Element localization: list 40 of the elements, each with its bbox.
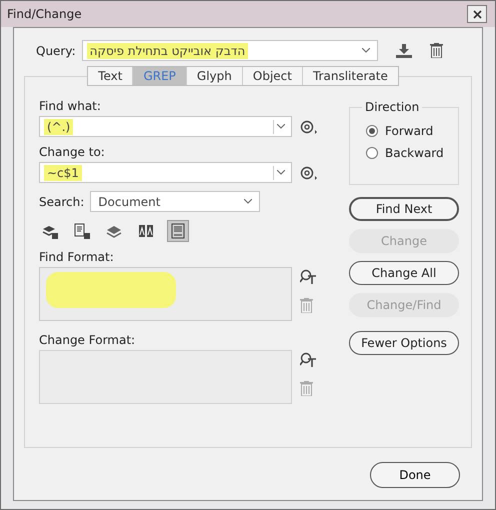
locked-layers-icon [42,223,58,239]
field-label: Search: [39,194,84,208]
hidden-layers-icon [106,223,122,239]
group-title: Direction [362,100,422,114]
action-button[interactable]: Change All [349,261,459,285]
field-label: Find Format: [39,250,115,264]
chevron-down-icon[interactable] [276,124,284,129]
tab[interactable]: Text [88,67,134,85]
window-title: Find/Change [7,7,82,21]
field-label: Query: [36,44,76,58]
tab[interactable]: Transliterate [302,67,398,85]
format-settings-icon[interactable] [300,269,317,284]
locked-stories-icon [74,223,90,239]
footnotes-icon [170,223,186,239]
close-icon [472,10,482,18]
save-query-icon[interactable] [396,44,412,58]
delete-icon[interactable] [430,43,443,58]
tab[interactable]: Object [242,67,303,85]
text-input[interactable]: (^.) [39,116,292,137]
field-label: Change Format: [39,333,136,347]
radio-option[interactable]: Forward [366,124,450,138]
action-button[interactable]: Fewer Options [349,331,459,355]
master-pages-icon [138,223,154,239]
footnotes-toggle[interactable] [167,220,189,242]
search-dropdown[interactable]: Document [90,191,260,212]
done-button[interactable]: Done [370,462,460,488]
format-settings-icon[interactable] [300,352,317,367]
close-button[interactable] [467,5,487,23]
query-dropdown[interactable]: הדבק אובייקט בתחילת פיסקה [82,40,378,61]
text-input[interactable]: ~c$1 [39,162,292,183]
field-label: Find what: [39,99,102,113]
tab[interactable]: Glyph [186,67,243,85]
at-sign-menu-icon[interactable] [300,120,318,134]
action-button[interactable]: Find Next [349,197,459,221]
chevron-down-icon[interactable] [276,170,284,175]
radio-option[interactable]: Backward [366,146,450,160]
chevron-down-icon[interactable] [244,199,252,204]
field-label: Change to: [39,145,106,159]
at-sign-menu-icon[interactable] [300,166,318,180]
chevron-down-icon[interactable] [362,48,370,53]
